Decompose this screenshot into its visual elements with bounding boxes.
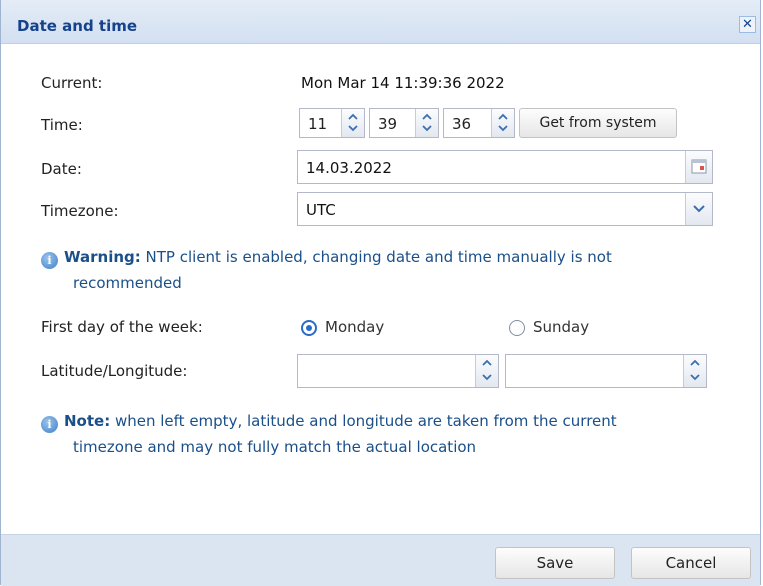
spinner-arrows-icon[interactable] (683, 355, 706, 387)
info-icon: i (41, 416, 58, 433)
time-label: Time: (41, 116, 83, 134)
chevron-down-icon[interactable] (348, 123, 358, 133)
monday-radio[interactable] (301, 320, 317, 336)
date-field[interactable]: 14.03.2022 (297, 150, 713, 184)
warning-text: NTP client is enabled, changing date and… (145, 248, 612, 266)
save-button[interactable]: Save (495, 547, 615, 579)
chevron-down-icon[interactable] (498, 123, 508, 133)
cancel-button[interactable]: Cancel (631, 547, 751, 579)
minutes-value: 39 (378, 115, 398, 133)
chevron-up-icon[interactable] (690, 358, 700, 368)
dialog-title: Date and time (17, 17, 138, 35)
latlong-label: Latitude/Longitude: (41, 362, 188, 380)
chevron-down-icon[interactable] (690, 372, 700, 382)
ntp-warning-message: i Warning: NTP client is enabled, changin… (41, 244, 721, 296)
spinner-arrows-icon[interactable] (475, 355, 498, 387)
minutes-spinner[interactable]: 39 (369, 108, 439, 138)
note-text: when left empty, latitude and longitude … (114, 412, 617, 430)
longitude-input[interactable] (505, 354, 707, 388)
chevron-up-icon[interactable] (422, 112, 432, 122)
chevron-down-icon[interactable] (685, 193, 712, 225)
warning-text-line2: recommended (73, 274, 182, 292)
calendar-icon[interactable] (685, 151, 712, 183)
note-text-line2: timezone and may not fully match the act… (73, 438, 477, 456)
chevron-down-icon[interactable] (482, 372, 492, 382)
hours-value: 11 (308, 115, 328, 133)
warning-title: Warning: (64, 248, 141, 266)
timezone-select[interactable]: UTC (297, 192, 713, 226)
chevron-down-icon[interactable] (422, 123, 432, 133)
monday-radio-label[interactable]: Monday (325, 318, 384, 336)
current-datetime-value: Mon Mar 14 11:39:36 2022 (301, 74, 505, 92)
chevron-up-icon[interactable] (348, 112, 358, 122)
dialog-footer: Save Cancel (1, 534, 760, 586)
date-time-dialog: Date and time ✕ Current: Mon Mar 14 11:3… (0, 0, 761, 586)
latitude-input[interactable] (297, 354, 499, 388)
spinner-arrows-icon[interactable] (341, 109, 364, 137)
first-day-label: First day of the week: (41, 318, 203, 336)
chevron-up-icon[interactable] (482, 358, 492, 368)
dialog-titlebar: Date and time ✕ (1, 0, 760, 44)
timezone-value: UTC (306, 201, 336, 219)
seconds-value: 36 (452, 115, 472, 133)
spinner-arrows-icon[interactable] (491, 109, 514, 137)
sunday-radio[interactable] (509, 320, 525, 336)
sunday-radio-label[interactable]: Sunday (533, 318, 589, 336)
note-title: Note: (64, 412, 111, 430)
get-from-system-button[interactable]: Get from system (519, 108, 677, 138)
latlong-note-message: i Note: when left empty, latitude and lon… (41, 408, 721, 460)
spinner-arrows-icon[interactable] (415, 109, 438, 137)
date-value: 14.03.2022 (306, 159, 392, 177)
seconds-spinner[interactable]: 36 (443, 108, 515, 138)
info-icon: i (41, 252, 58, 269)
current-label: Current: (41, 74, 103, 92)
chevron-up-icon[interactable] (498, 112, 508, 122)
timezone-label: Timezone: (41, 202, 119, 220)
hours-spinner[interactable]: 11 (299, 108, 365, 138)
close-icon[interactable]: ✕ (739, 16, 756, 33)
date-label: Date: (41, 160, 82, 178)
